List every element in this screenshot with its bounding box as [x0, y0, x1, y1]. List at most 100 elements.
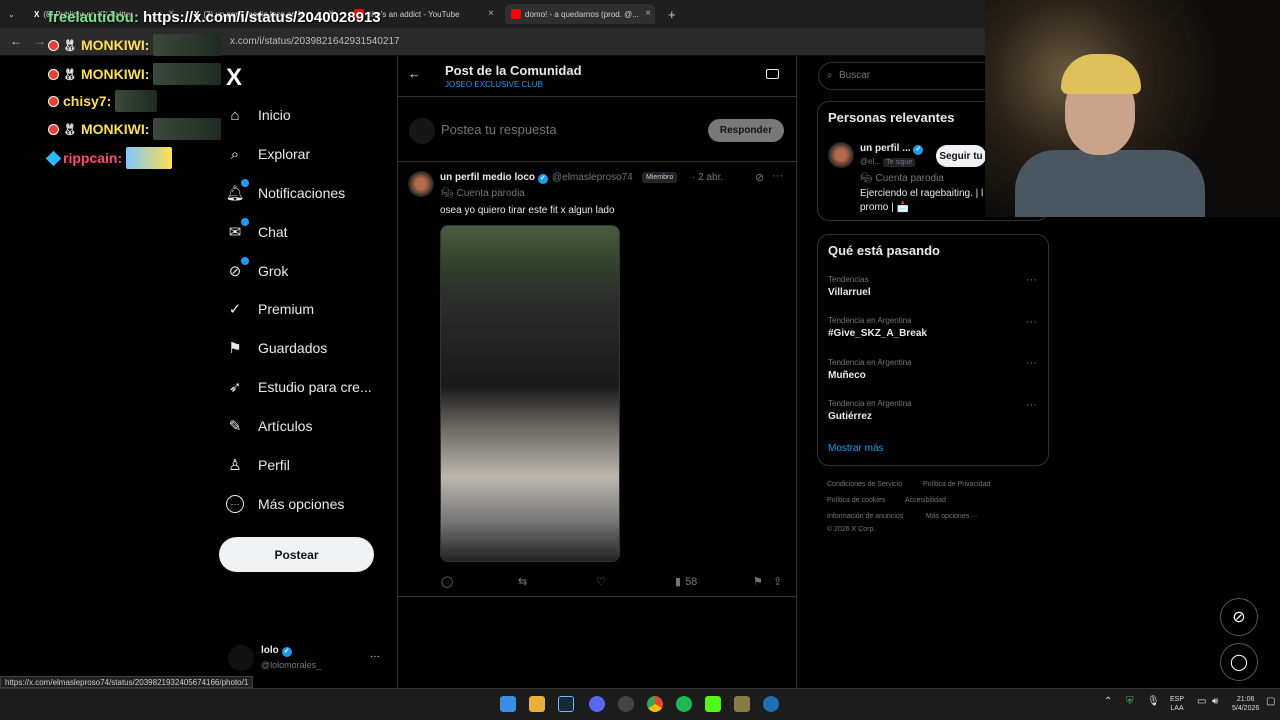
reader-mode-icon[interactable]: [766, 69, 779, 79]
steam-icon[interactable]: [558, 696, 574, 712]
tweet-media-image[interactable]: [440, 225, 620, 562]
new-tab-button[interactable]: +: [662, 4, 682, 24]
discord-icon[interactable]: [589, 696, 605, 712]
trend-more-icon[interactable]: ···: [1026, 399, 1037, 411]
bunny-icon: 🐰︎: [63, 39, 77, 52]
chat-fab-icon[interactable]: ◯: [1220, 643, 1258, 681]
clock[interactable]: 21:06 5/4/2026: [1232, 695, 1259, 713]
like-icon[interactable]: ♡: [596, 575, 606, 588]
views-stat[interactable]: ▮ 58: [675, 575, 697, 589]
trend-item[interactable]: Muñeco: [828, 370, 866, 381]
reply-icon[interactable]: ◯: [441, 575, 453, 588]
article-icon: ✎: [228, 418, 242, 435]
sidebar-item-inicio[interactable]: ⌂ Inicio: [226, 106, 290, 124]
footer-link[interactable]: Información de anuncios: [827, 513, 903, 520]
emote-image: [153, 34, 222, 56]
trend-item[interactable]: #Give_SKZ_A_Break: [828, 328, 927, 339]
trend-more-icon[interactable]: ···: [1026, 316, 1037, 328]
sidebar-item-perfil[interactable]: ♙ Perfil: [226, 456, 290, 474]
language-indicator[interactable]: ESP LAA: [1170, 695, 1184, 713]
post-button[interactable]: Postear: [219, 537, 374, 572]
webcam-person-hat: [1061, 54, 1141, 94]
reply-button[interactable]: Responder: [708, 119, 784, 142]
chat-line: rippcain:: [45, 147, 173, 169]
repost-icon[interactable]: ⇆: [518, 575, 527, 588]
mic-icon[interactable]: 🎙︎: [1147, 697, 1160, 707]
emote-image: [153, 118, 222, 140]
rocket-icon: ➶: [228, 379, 242, 396]
red-dot-icon: [48, 39, 59, 51]
sidebar-item-guardados[interactable]: ⚑ Guardados: [226, 339, 327, 357]
community-name[interactable]: JOSEO EXCLUSIVE CLUB: [445, 80, 543, 89]
forward-arrow-icon[interactable]: →: [34, 34, 46, 48]
kick-icon[interactable]: [705, 696, 721, 712]
sidebar-item-estudio[interactable]: ➶ Estudio para cre...: [226, 378, 372, 396]
search-input[interactable]: ⌕ Buscar: [818, 62, 998, 90]
bunny-icon: 🐰︎: [63, 68, 77, 81]
follow-button[interactable]: Seguir tu: [936, 145, 986, 167]
grok-fab-icon[interactable]: ⊘: [1220, 598, 1258, 636]
sidebar-item-articulos[interactable]: ✎ Artículos: [226, 417, 313, 435]
footer-link[interactable]: Condiciones de Servicio: [827, 481, 902, 488]
trend-category: Tendencias: [828, 275, 869, 284]
verified-icon: ✓: [281, 647, 292, 657]
sidebar-item-premium[interactable]: ✓ Premium: [226, 300, 314, 318]
avatar[interactable]: [828, 142, 854, 168]
sidebar-item-explorar[interactable]: ⌕ Explorar: [226, 145, 310, 163]
monitor-icon[interactable]: ▭: [1197, 697, 1206, 707]
footer-link[interactable]: Accesibilidad: [905, 497, 946, 504]
youtube-favicon-icon: [511, 9, 521, 19]
url-field[interactable]: x.com/i/status/2039821642931540217: [230, 36, 400, 47]
windows-start-icon[interactable]: [500, 696, 516, 712]
divider: [398, 596, 796, 597]
chat-line: 🐰︎ MONKIWI:: [48, 63, 222, 85]
reply-input[interactable]: Postea tu respuesta: [441, 122, 557, 137]
bookmark-icon[interactable]: ⚑: [753, 575, 763, 588]
page-title: Post de la Comunidad: [445, 63, 582, 78]
back-arrow-icon[interactable]: ←: [10, 34, 22, 48]
person-name[interactable]: un perfil ... ✓: [860, 143, 924, 155]
trend-item[interactable]: Villarruel: [828, 287, 871, 298]
tweet-avatar[interactable]: [408, 171, 434, 197]
chevron-up-icon[interactable]: ⌃: [1104, 697, 1112, 707]
footer-link[interactable]: Política de Privacidad: [923, 481, 990, 488]
account-name[interactable]: lolo ✓: [261, 645, 292, 657]
tweet-date[interactable]: · 2 abr.: [692, 172, 723, 183]
app-icon[interactable]: [763, 696, 779, 712]
grok-icon: ⊘: [226, 257, 249, 280]
divider: [398, 96, 796, 97]
back-arrow-icon[interactable]: ←: [408, 66, 421, 81]
footer-link[interactable]: Más opciones ···: [926, 513, 978, 520]
close-tab-icon[interactable]: ×: [645, 8, 651, 19]
shield-icon[interactable]: ⛨: [1126, 697, 1134, 707]
tweet-author-name[interactable]: un perfil medio loco ✓: [440, 172, 548, 184]
volume-icon[interactable]: 🔊︎: [1212, 697, 1218, 707]
sidebar-item-grok[interactable]: ⊘ Grok: [226, 257, 288, 280]
trend-more-icon[interactable]: ···: [1026, 357, 1037, 369]
share-icon[interactable]: ⇪: [773, 575, 782, 588]
close-tab-icon[interactable]: ×: [488, 8, 494, 19]
spotify-icon[interactable]: [676, 696, 692, 712]
x-logo[interactable]: X: [226, 64, 242, 92]
app-icon[interactable]: [734, 696, 750, 712]
status-bar-url: https://x.com/elmasleproso74/status/2039…: [0, 676, 254, 688]
more-icon[interactable]: ···: [772, 170, 783, 182]
file-explorer-icon[interactable]: [529, 696, 545, 712]
obs-icon[interactable]: [618, 696, 634, 712]
chrome-icon[interactable]: [647, 696, 663, 712]
notification-icon[interactable]: ▢: [1266, 697, 1275, 707]
person-handle: @el... Te sigue: [860, 157, 916, 167]
show-more-link[interactable]: Mostrar más: [828, 443, 884, 454]
follows-you-badge: Te sigue: [883, 158, 916, 167]
browser-tab-active[interactable]: domo! - a quedarnos (prod. @... ×: [505, 4, 655, 24]
trend-more-icon[interactable]: ···: [1026, 274, 1037, 286]
sidebar-item-mas-opciones[interactable]: ⋯ Más opciones: [226, 495, 344, 513]
grok-icon[interactable]: ⊘: [755, 171, 764, 184]
tab-list-button[interactable]: ⌄: [2, 4, 22, 24]
trend-item[interactable]: Gutiérrez: [828, 411, 872, 422]
footer-link[interactable]: Política de cookies: [827, 497, 885, 504]
account-more-icon[interactable]: ···: [370, 651, 380, 662]
tweet-author-handle[interactable]: @elmasleproso74: [552, 172, 633, 183]
sidebar-item-notificaciones[interactable]: 🔔︎ Notificaciones: [225, 179, 345, 202]
sidebar-item-chat[interactable]: ✉ Chat: [226, 218, 288, 241]
